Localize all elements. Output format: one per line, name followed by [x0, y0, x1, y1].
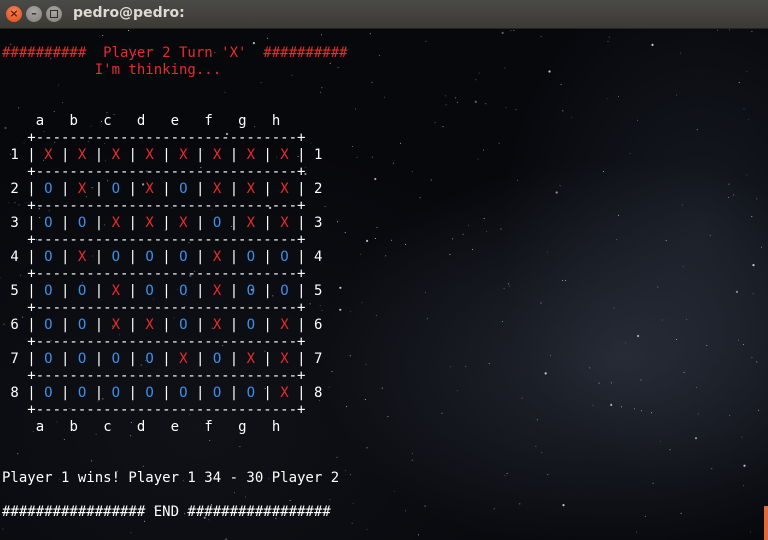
- board-cell: X: [77, 249, 87, 265]
- column-label: f: [204, 113, 213, 129]
- board-cell: O: [179, 181, 188, 197]
- column-label: a: [35, 113, 45, 129]
- board-cell: O: [44, 351, 53, 367]
- board-cell: X: [145, 181, 154, 197]
- board-cell: X: [212, 249, 222, 265]
- board-cell: X: [44, 147, 53, 163]
- board-cell: X: [111, 215, 121, 231]
- column-label: c: [103, 419, 112, 435]
- board-cell: O: [145, 351, 154, 367]
- board-cell: X: [246, 351, 255, 367]
- board-cell: O: [246, 385, 255, 401]
- board-cell: X: [77, 147, 87, 163]
- board-cell: O: [77, 317, 87, 333]
- board-cell: O: [179, 317, 188, 333]
- board-cell: X: [145, 215, 154, 231]
- board-cell: X: [246, 147, 255, 163]
- board-cell: O: [77, 351, 87, 367]
- board-cell: O: [111, 181, 121, 197]
- terminal-window: × – pedro@pedro: ########## Player 2 Tur…: [0, 0, 768, 540]
- result-text: Player 1 wins! Player 1 34 - 30 Player 2: [2, 470, 340, 486]
- window-title: pedro@pedro:: [73, 5, 185, 21]
- thinking-status: I'm thinking...: [2, 62, 222, 78]
- board-cell: O: [145, 385, 154, 401]
- board-cell: O: [280, 283, 289, 299]
- column-label: b: [69, 419, 78, 435]
- board-cell: O: [145, 249, 154, 265]
- board-cell: X: [212, 317, 222, 333]
- board-cell: O: [77, 283, 87, 299]
- title-bar: × – pedro@pedro:: [0, 0, 768, 29]
- board-cell: X: [179, 215, 188, 231]
- board-cell: O: [179, 283, 188, 299]
- board-cell: O: [44, 181, 53, 197]
- board-cell: O: [179, 249, 188, 265]
- board-cell: O: [44, 215, 53, 231]
- board-cell: O: [246, 317, 255, 333]
- column-label: f: [204, 419, 213, 435]
- board-cell: X: [179, 351, 188, 367]
- board-cell: O: [111, 385, 121, 401]
- board-cell: O: [145, 283, 154, 299]
- board-cell: X: [280, 317, 289, 333]
- board-cell: X: [179, 147, 188, 163]
- board-cell: O: [212, 385, 222, 401]
- board-cell: O: [44, 317, 53, 333]
- board-cell: X: [280, 181, 289, 197]
- board-cell: X: [280, 147, 289, 163]
- column-label: c: [103, 113, 112, 129]
- board-cell: O: [212, 215, 222, 231]
- board-cell: O: [111, 351, 121, 367]
- board-cell: X: [111, 283, 121, 299]
- board-cell: O: [280, 249, 289, 265]
- board-cell: O: [246, 283, 255, 299]
- column-label: g: [238, 113, 247, 129]
- terminal-output: ########## Player 2 Turn 'X' ########## …: [2, 45, 348, 521]
- column-label: b: [69, 113, 78, 129]
- scrollbar-thumb[interactable]: [764, 506, 768, 540]
- board-cell: O: [246, 249, 255, 265]
- maximize-button[interactable]: [46, 6, 62, 22]
- board-cell: X: [111, 147, 121, 163]
- board-cell: O: [77, 215, 87, 231]
- column-label: d: [136, 113, 146, 129]
- board-cell: O: [77, 385, 87, 401]
- board-cell: X: [280, 351, 289, 367]
- board-cell: X: [280, 215, 289, 231]
- column-label: a: [35, 419, 45, 435]
- terminal-area[interactable]: ########## Player 2 Turn 'X' ########## …: [0, 29, 768, 540]
- board-cell: X: [111, 317, 121, 333]
- end-banner: ################# END #################: [2, 504, 331, 520]
- board-cell: X: [145, 317, 154, 333]
- column-label: e: [170, 419, 180, 435]
- column-header-bottom: a b c d e f g h: [2, 419, 281, 435]
- column-label: h: [271, 419, 281, 435]
- board-cell: X: [212, 283, 222, 299]
- board-cell: O: [44, 385, 53, 401]
- board-cell: O: [44, 249, 53, 265]
- board-cell: O: [212, 351, 222, 367]
- board-cell: X: [77, 181, 87, 197]
- board-cell: O: [111, 249, 121, 265]
- column-header-top: a b c d e f g h: [2, 113, 281, 129]
- board-cell: O: [44, 283, 53, 299]
- board-cell: X: [212, 181, 222, 197]
- column-label: d: [136, 419, 146, 435]
- column-label: g: [238, 419, 247, 435]
- board-cell: X: [280, 385, 289, 401]
- column-label: h: [271, 113, 281, 129]
- board-cell: X: [246, 215, 255, 231]
- board-cell: X: [212, 147, 222, 163]
- column-label: e: [170, 113, 180, 129]
- minimize-button[interactable]: –: [26, 6, 42, 22]
- game-board: +-------------------------------+ 1 | X …: [2, 130, 323, 418]
- turn-header: ########## Player 2 Turn 'X' ##########: [2, 45, 348, 61]
- close-button[interactable]: ×: [6, 6, 22, 22]
- board-cell: X: [145, 147, 154, 163]
- board-cell: O: [179, 385, 188, 401]
- board-cell: X: [246, 181, 255, 197]
